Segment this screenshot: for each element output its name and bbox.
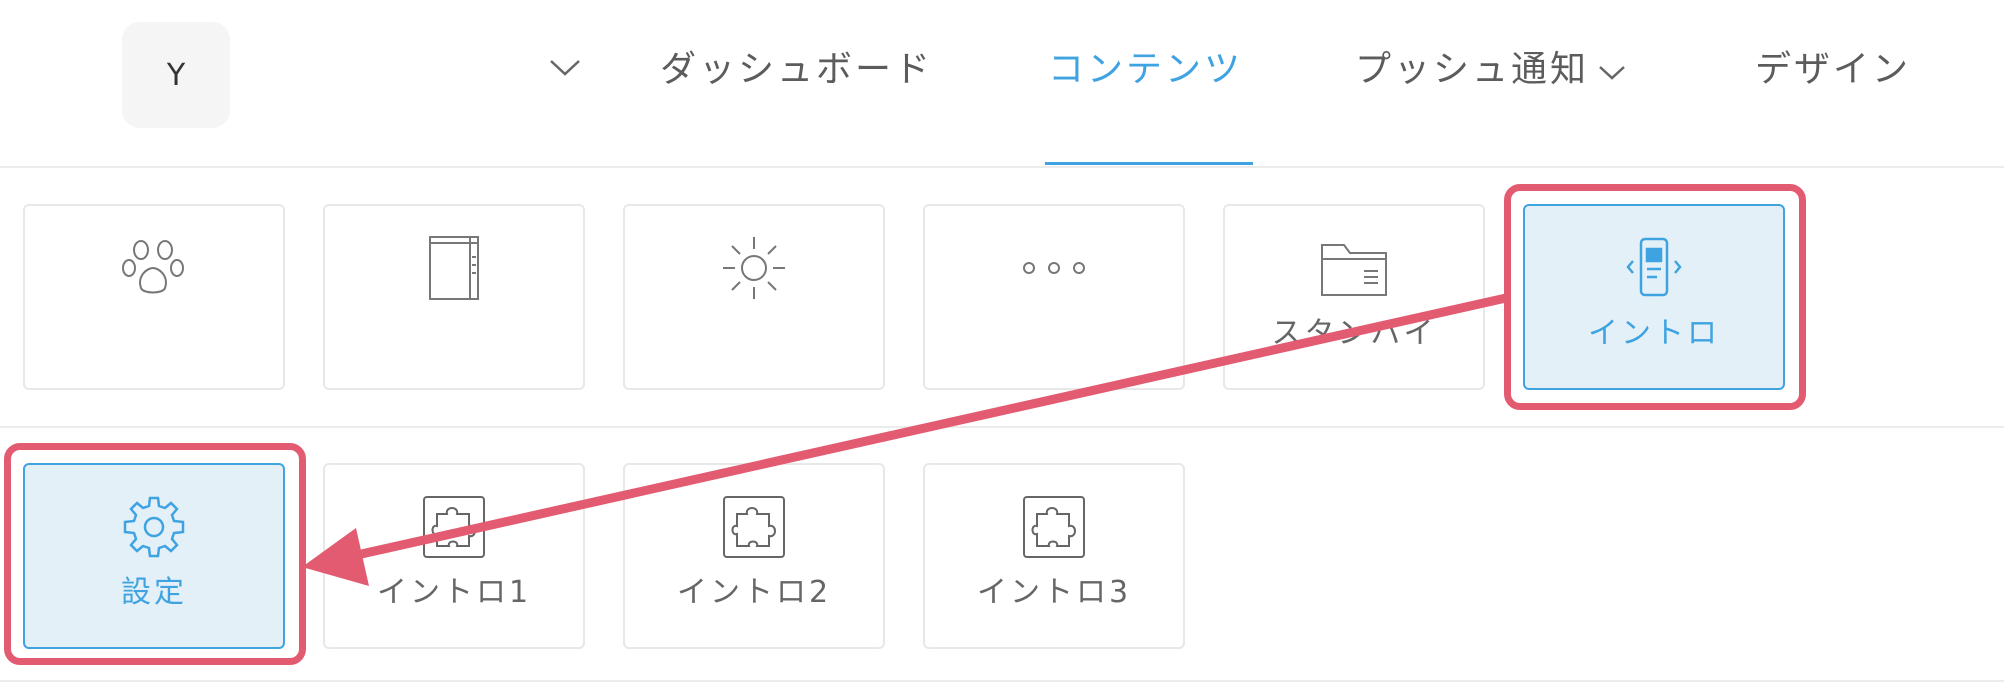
tile-label: 設定 xyxy=(121,575,187,610)
nav-push[interactable]: プッシュ通知 xyxy=(1355,48,1627,93)
chevron-down-icon xyxy=(1597,49,1627,92)
notebook-icon xyxy=(426,234,482,302)
tile-label: イントロ2 xyxy=(676,575,832,610)
row-divider xyxy=(0,426,2004,428)
tile-notebook[interactable] xyxy=(323,204,585,390)
tile-label: イントロ xyxy=(1588,316,1720,351)
puzzle-icon xyxy=(721,493,787,561)
nav-dashboard[interactable]: ダッシュボード xyxy=(660,48,933,91)
paw-icon xyxy=(119,234,189,302)
avatar-initial: Y xyxy=(166,57,186,93)
tile-sun[interactable] xyxy=(623,204,885,390)
gear-icon xyxy=(121,493,187,561)
tile-label: イントロ1 xyxy=(376,575,532,610)
tile-paw[interactable] xyxy=(23,204,285,390)
puzzle-icon xyxy=(421,493,487,561)
row-divider xyxy=(0,680,2004,682)
nav-design[interactable]: デザイン xyxy=(1755,48,1911,91)
more-dots-icon xyxy=(1019,234,1089,302)
folder-icon xyxy=(1318,234,1390,302)
tile-label: イントロ3 xyxy=(976,575,1132,610)
phone-intro-icon xyxy=(1624,234,1684,302)
tile-intro1[interactable]: イントロ1 xyxy=(323,463,585,649)
nav-push-label: プッシュ通知 xyxy=(1355,49,1590,90)
active-tab-indicator xyxy=(1045,162,1253,165)
tile-settings[interactable]: 設定 xyxy=(23,463,285,649)
tile-more[interactable] xyxy=(923,204,1185,390)
avatar[interactable]: Y xyxy=(122,22,230,128)
tile-standby[interactable]: スタンバイ xyxy=(1223,204,1485,390)
nav-contents[interactable]: コンテンツ xyxy=(1048,48,1243,91)
tile-intro3[interactable]: イントロ3 xyxy=(923,463,1185,649)
tile-label: スタンバイ xyxy=(1271,316,1437,351)
tile-intro[interactable]: イントロ xyxy=(1523,204,1785,390)
sun-icon xyxy=(719,234,789,302)
chevron-down-icon[interactable] xyxy=(548,58,582,82)
puzzle-icon xyxy=(1021,493,1087,561)
tile-intro2[interactable]: イントロ2 xyxy=(623,463,885,649)
header-divider xyxy=(0,166,2004,168)
